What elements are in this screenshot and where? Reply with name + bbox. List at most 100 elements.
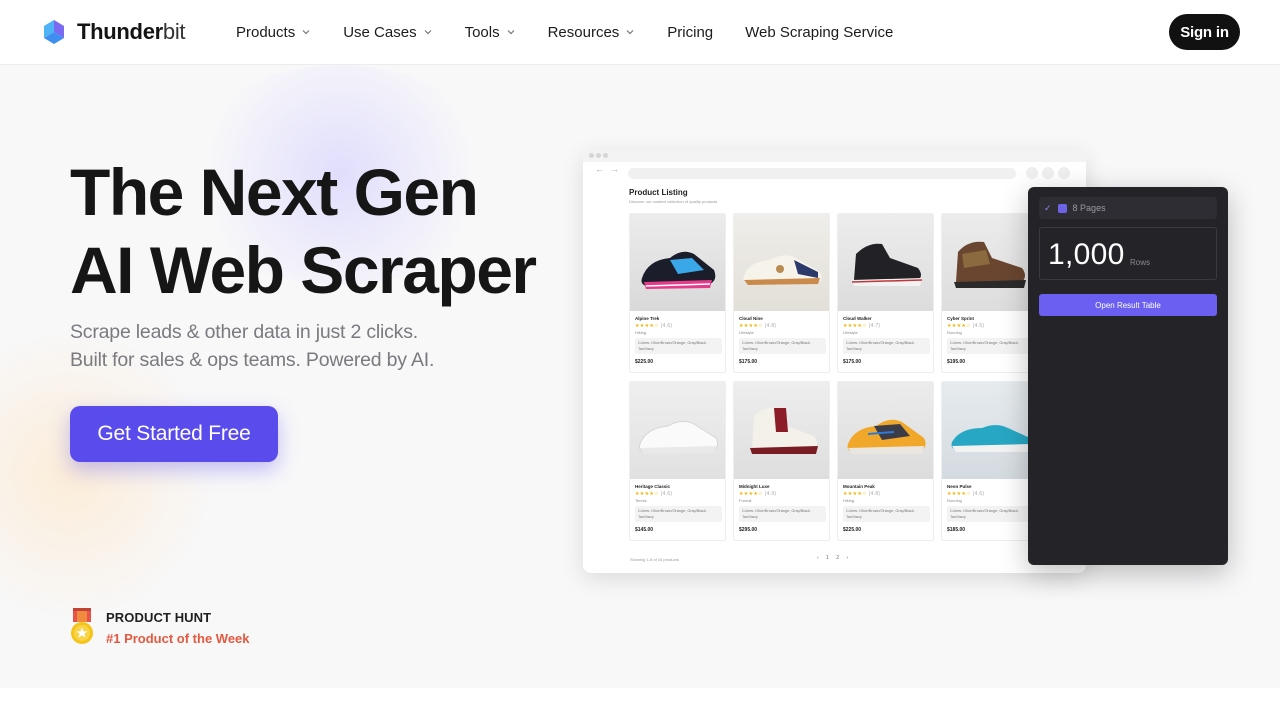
- product-category: Hiking: [635, 330, 647, 335]
- nav-pricing[interactable]: Pricing: [667, 22, 713, 42]
- product-price: $195.00: [947, 359, 966, 365]
- product-category: Running: [947, 498, 962, 503]
- product-colors: Colors: Olive/Brown/Orange, Gray/Black, …: [739, 338, 826, 354]
- product-price: $185.00: [947, 527, 966, 533]
- product-card: Midnight Luxe ★★★★☆ (4.9) Formal Colors:…: [733, 381, 830, 541]
- browser-titlebar: [583, 150, 1086, 162]
- window-dot: [596, 153, 601, 158]
- nav-web-scraping-service[interactable]: Web Scraping Service: [745, 22, 893, 42]
- product-image: [630, 214, 725, 311]
- sign-in-button[interactable]: Sign in: [1169, 14, 1240, 50]
- rating-stars: ★★★★☆ (4.8): [739, 323, 777, 329]
- product-colors: Colors: Olive/Brown/Orange, Gray/Black, …: [843, 338, 930, 354]
- product-category: Running: [947, 330, 962, 335]
- rating-stars: ★★★★☆ (4.5): [947, 323, 985, 329]
- brand-name: Thunderbit: [77, 19, 186, 44]
- scraper-panel: ✓ 8 Pages 1,000 Rows Open Result Table: [1028, 187, 1228, 565]
- product-category: Tennis: [635, 498, 647, 503]
- rating-stars: ★★★★☆ (4.6): [947, 491, 985, 497]
- browser-button: [1026, 167, 1038, 179]
- product-category: Lifestyle: [843, 330, 858, 335]
- product-colors: Colors: Olive/Brown/Orange, Gray/Black, …: [635, 506, 722, 522]
- rating-stars: ★★★★☆ (4.9): [739, 491, 777, 497]
- site-header: Thunderbit Products Use Cases Tools Reso…: [0, 0, 1280, 65]
- address-bar: [628, 168, 1016, 179]
- page-icon: [1057, 203, 1067, 213]
- product-colors: Colors: Olive/Brown/Orange, Gray/Black, …: [739, 506, 826, 522]
- get-started-button[interactable]: Get Started Free: [70, 406, 278, 462]
- subtitle-line-2: Built for sales & ops teams. Powered by …: [70, 349, 435, 371]
- product-name: Midnight Luxe: [739, 484, 770, 489]
- product-image: [838, 382, 933, 479]
- nav-products[interactable]: Products: [236, 22, 311, 42]
- hero-section: The Next Gen AI Web Scraper Scrape leads…: [0, 65, 1280, 688]
- product-name: Neon Pulse: [947, 484, 972, 489]
- pages-count: 8 Pages: [1072, 203, 1106, 213]
- product-name: Alpine Trek: [635, 316, 660, 321]
- product-image: [734, 214, 829, 311]
- product-price: $175.00: [739, 359, 758, 365]
- product-image: [630, 382, 725, 479]
- nav-resources-label: Resources: [547, 23, 620, 41]
- product-image: [838, 214, 933, 311]
- thunderbit-logo-icon: [44, 20, 64, 44]
- nav-tools-label: Tools: [464, 23, 500, 41]
- window-dot: [603, 153, 608, 158]
- product-listing-screenshot: ←→ Product Listing Discover our curated …: [583, 150, 1086, 573]
- product-card: Heritage Classic ★★★★☆ (4.6) Tennis Colo…: [629, 381, 726, 541]
- rating-stars: ★★★★☆ (4.6): [635, 491, 673, 497]
- product-card: Mountain Peak ★★★★☆ (4.8) Hiking Colors:…: [837, 381, 934, 541]
- rows-box: 1,000 Rows: [1039, 227, 1217, 280]
- nav-pricing-label: Pricing: [667, 23, 714, 41]
- product-price: $295.00: [739, 527, 758, 533]
- pagination: ‹ 1 2 ›: [817, 555, 852, 561]
- chevron-down-icon: [626, 30, 634, 35]
- hero-headline: The Next Gen AI Web Scraper: [70, 153, 537, 309]
- product-name: Heritage Classic: [635, 484, 671, 489]
- nav-web-scraping-service-label: Web Scraping Service: [745, 23, 894, 41]
- product-card: Neon Pulse ★★★★☆ (4.6) Running Colors: O…: [941, 381, 1038, 541]
- nav-resources[interactable]: Resources: [548, 22, 636, 42]
- headline-line-2: AI Web Scraper: [70, 233, 537, 307]
- chevron-down-icon: [424, 30, 431, 35]
- open-result-table-button[interactable]: Open Result Table: [1039, 294, 1217, 316]
- browser-button: [1042, 167, 1054, 179]
- product-price: $225.00: [635, 359, 654, 365]
- rating-stars: ★★★★☆ (4.8): [843, 491, 881, 497]
- product-price: $225.00: [843, 527, 862, 533]
- product-colors: Colors: Olive/Brown/Orange, Gray/Black, …: [635, 338, 722, 354]
- window-dot: [589, 153, 594, 158]
- nav-products-label: Products: [236, 23, 296, 41]
- product-hunt-badge[interactable]: PRODUCT HUNT #1 Product of the Week: [70, 608, 250, 651]
- product-name: Mountain Peak: [843, 484, 875, 489]
- pages-row: ✓ 8 Pages: [1039, 197, 1217, 219]
- product-category: Hiking: [843, 498, 855, 503]
- product-card: Cyber Sprint ★★★★☆ (4.5) Running Colors:…: [941, 213, 1038, 373]
- product-card: Cloud Nine ★★★★☆ (4.8) Lifestyle Colors:…: [733, 213, 830, 373]
- back-forward-icon: ←→: [595, 164, 625, 174]
- check-icon: ✓: [1044, 202, 1052, 213]
- brand-logo[interactable]: Thunderbit: [40, 18, 186, 46]
- listing-description: Discover our curated collection of quali…: [629, 199, 718, 204]
- nav-use-cases-label: Use Cases: [343, 23, 417, 41]
- product-image: [942, 214, 1037, 311]
- hero-subtitle: Scrape leads & other data in just 2 clic…: [70, 318, 434, 374]
- headline-line-1: The Next Gen: [70, 155, 479, 229]
- product-image: [942, 382, 1037, 479]
- product-name: Cyber Sprint: [947, 316, 975, 321]
- next-section: [0, 688, 1280, 720]
- product-category: Formal: [739, 498, 752, 503]
- product-colors: Colors: Olive/Brown/Orange, Gray/Black, …: [947, 506, 1034, 522]
- main-nav: Products Use Cases Tools Resources Prici…: [236, 22, 893, 42]
- nav-use-cases[interactable]: Use Cases: [343, 22, 432, 42]
- medal-icon: [70, 608, 94, 651]
- nav-tools[interactable]: Tools: [465, 22, 516, 42]
- product-category: Lifestyle: [739, 330, 754, 335]
- chevron-down-icon: [302, 30, 310, 35]
- product-card: Alpine Trek ★★★★☆ (4.6) Hiking Colors: O…: [629, 213, 726, 373]
- rating-stars: ★★★★☆ (4.6): [635, 323, 673, 329]
- badge-title: PRODUCT HUNT: [106, 610, 212, 625]
- rows-count: 1,000: [1048, 238, 1125, 271]
- subtitle-line-1: Scrape leads & other data in just 2 clic…: [70, 321, 418, 343]
- product-price: $145.00: [635, 527, 654, 533]
